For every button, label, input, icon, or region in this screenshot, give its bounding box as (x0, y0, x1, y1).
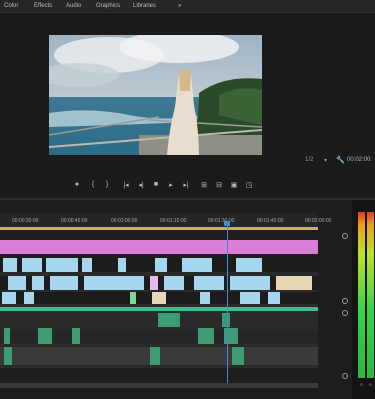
video-clip[interactable] (164, 276, 184, 290)
step-back-icon[interactable]: ◂| (136, 181, 146, 189)
video-clip[interactable] (230, 276, 270, 290)
ruler-tick: 00:01:45:00 (257, 218, 284, 224)
program-timecode: 00:02:00: (347, 157, 373, 163)
workspace-tab-audio[interactable]: Audio (66, 3, 81, 9)
audio-clip[interactable] (198, 328, 214, 344)
title-clip-track[interactable] (0, 240, 318, 254)
extract-icon[interactable]: ⊟ (214, 181, 224, 189)
audio-clip[interactable] (222, 313, 230, 327)
workspace-tab-libraries[interactable]: Libraries (133, 3, 156, 9)
ruler-tick: 00:00:30:00 (12, 218, 39, 224)
video-clip[interactable] (82, 258, 92, 272)
workspace-tab-color[interactable]: Color (4, 3, 18, 9)
video-clip[interactable] (130, 292, 136, 304)
audio-clip[interactable] (72, 328, 80, 344)
workspace-tab-graphics[interactable]: Graphics (96, 3, 120, 9)
ruler-tick: 00:01:15:00 (160, 218, 187, 224)
workspace-tab-effects[interactable]: Effects (34, 3, 52, 9)
audio-clip[interactable] (232, 347, 244, 365)
ruler-tick: 00:01:30:00 (208, 218, 235, 224)
comparison-view-icon[interactable]: ◳ (244, 181, 254, 189)
timeline-horizontal-scrollbar[interactable] (0, 383, 318, 388)
go-to-in-icon[interactable]: |◂ (121, 181, 131, 189)
workspace-overflow-icon[interactable]: » (178, 3, 181, 9)
video-clip[interactable] (152, 292, 166, 304)
play-icon[interactable]: ▸ (166, 181, 176, 189)
video-clip[interactable] (2, 292, 16, 304)
video-clip[interactable] (194, 276, 224, 290)
audio-clip-long[interactable] (0, 307, 318, 311)
audio-clip[interactable] (158, 313, 180, 327)
audio-clip[interactable] (4, 328, 10, 344)
video-track-v2 (0, 276, 318, 290)
work-area-bar[interactable] (0, 227, 318, 230)
audio-meter-left (358, 212, 365, 378)
video-clip[interactable] (50, 276, 78, 290)
video-clip[interactable] (276, 276, 312, 290)
video-clip[interactable] (150, 276, 158, 290)
track-height-handle[interactable] (342, 298, 348, 304)
audio-meter-right (367, 212, 374, 378)
track-height-handle[interactable] (342, 373, 348, 379)
video-clip[interactable] (240, 292, 260, 304)
ruler-tick: 00:00:45:00 (61, 218, 88, 224)
audio-clip[interactable] (150, 347, 160, 365)
video-clip[interactable] (84, 276, 144, 290)
stop-icon[interactable]: ■ (151, 181, 161, 188)
video-clip[interactable] (46, 258, 78, 272)
video-clip[interactable] (32, 276, 44, 290)
video-clip[interactable] (268, 292, 280, 304)
export-frame-icon[interactable]: ▣ (229, 181, 239, 189)
audio-clip[interactable] (38, 328, 52, 344)
add-marker-icon[interactable]: ● (72, 181, 82, 188)
mark-in-icon[interactable]: { (88, 181, 98, 188)
meter-solo-left[interactable]: S (360, 382, 363, 387)
workspace-menu-bar: Color Effects Audio Graphics Libraries » (0, 0, 375, 15)
fit-dropdown-icon[interactable]: ▾ (324, 157, 327, 164)
video-frame-image (49, 35, 262, 155)
video-clip[interactable] (182, 258, 212, 272)
transport-controls: ● { } |◂ ◂| ■ ▸ ▸| ⊞ ⊟ ▣ ◳ (0, 178, 375, 196)
ruler-tick: 00:01:00:00 (111, 218, 138, 224)
video-clip[interactable] (24, 292, 34, 304)
video-clip[interactable] (22, 258, 42, 272)
track-height-handle[interactable] (342, 310, 348, 316)
audio-clip[interactable] (4, 347, 12, 365)
program-monitor-video-frame (49, 35, 262, 155)
video-clip[interactable] (236, 258, 262, 272)
video-clip[interactable] (118, 258, 126, 272)
go-to-out-icon[interactable]: ▸| (181, 181, 191, 189)
playhead-line[interactable] (227, 222, 228, 384)
wrench-icon[interactable]: 🔧 (336, 156, 345, 164)
ruler-tick: 00:02:00:00 (305, 218, 332, 224)
video-clip[interactable] (3, 258, 17, 272)
fit-select[interactable]: 1/2 (305, 157, 313, 163)
meter-solo-right[interactable]: S (369, 382, 372, 387)
video-clip[interactable] (8, 276, 26, 290)
lift-icon[interactable]: ⊞ (199, 181, 209, 189)
mark-out-icon[interactable]: } (102, 181, 112, 188)
track-height-handle[interactable] (342, 233, 348, 239)
video-clip[interactable] (155, 258, 167, 272)
video-clip[interactable] (200, 292, 210, 304)
